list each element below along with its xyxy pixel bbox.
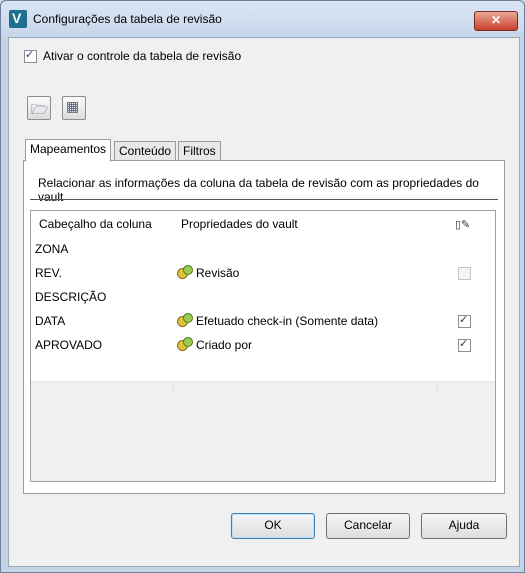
row-checkbox[interactable] xyxy=(458,337,471,352)
mapping-grid: Cabeçalho da coluna Propriedades do vaul… xyxy=(30,210,496,482)
property-label: Revisão xyxy=(196,266,240,280)
tab-mapeamentos[interactable]: Mapeamentos xyxy=(25,139,112,162)
table-row[interactable]: APROVADO Criado por xyxy=(31,333,495,358)
row-checkbox xyxy=(458,267,471,280)
table-settings-icon: ▦ xyxy=(66,99,80,115)
row-column-header: ZONA xyxy=(35,242,69,256)
tab-filtros[interactable]: Filtros xyxy=(178,141,221,161)
column-header-property[interactable]: Propriedades do vault xyxy=(173,211,437,237)
column-header-heading[interactable]: Cabeçalho da coluna xyxy=(31,211,173,237)
cancel-button[interactable]: Cancelar xyxy=(326,513,410,539)
row-column-header: DESCRIÇÃO xyxy=(35,290,107,304)
help-button[interactable]: Ajuda xyxy=(421,513,507,539)
table-row[interactable]: DATA Efetuado check-in (Somente data) xyxy=(31,309,495,334)
row-vault-property[interactable]: Efetuado check-in (Somente data) xyxy=(173,309,437,333)
enable-revision-table-label: Ativar o controle da tabela de revisão xyxy=(43,49,242,63)
row-column-header: DATA xyxy=(35,314,66,328)
title-bar: Configurações da tabela de revisão ✕ xyxy=(1,1,524,37)
grid-header: Cabeçalho da coluna Propriedades do vaul… xyxy=(31,211,495,238)
row-vault-property[interactable]: Criado por xyxy=(173,333,437,357)
open-folder-icon: 🗁 xyxy=(31,102,49,118)
table-row[interactable]: DESCRIÇÃO xyxy=(31,285,495,310)
open-button[interactable]: 🗁 xyxy=(27,96,51,120)
table-row[interactable]: REV. Revisão xyxy=(31,261,495,286)
property-label: Criado por xyxy=(196,338,253,352)
dialog-content: Ativar o controle da tabela de revisão 🗁… xyxy=(8,37,520,567)
enable-revision-table-checkbox[interactable] xyxy=(24,48,37,63)
vault-property-icon xyxy=(177,265,193,279)
row-column-header: APROVADO xyxy=(35,338,103,352)
vault-property-icon xyxy=(177,337,193,351)
separator xyxy=(30,199,498,200)
table-row-empty[interactable] xyxy=(31,357,495,382)
vault-property-icon xyxy=(177,313,193,327)
mapping-panel: Relacionar as informações da coluna da t… xyxy=(23,160,505,494)
tab-conteudo[interactable]: Conteúdo xyxy=(114,141,177,161)
window-title: Configurações da tabela de revisão xyxy=(33,12,222,26)
table-settings-button[interactable]: ▦ xyxy=(62,96,86,120)
row-checkbox[interactable] xyxy=(458,313,471,328)
ok-button[interactable]: OK xyxy=(231,513,315,539)
close-button[interactable]: ✕ xyxy=(474,11,518,31)
row-column-header: REV. xyxy=(35,266,62,280)
edit-column-icon[interactable]: ▯✎ xyxy=(437,211,495,237)
row-vault-property[interactable]: Revisão xyxy=(173,261,437,285)
vault-app-icon xyxy=(9,10,27,28)
table-row[interactable]: ZONA xyxy=(31,237,495,262)
property-label: Efetuado check-in (Somente data) xyxy=(196,314,379,328)
dialog-window: Configurações da tabela de revisão ✕ Ati… xyxy=(0,0,525,573)
